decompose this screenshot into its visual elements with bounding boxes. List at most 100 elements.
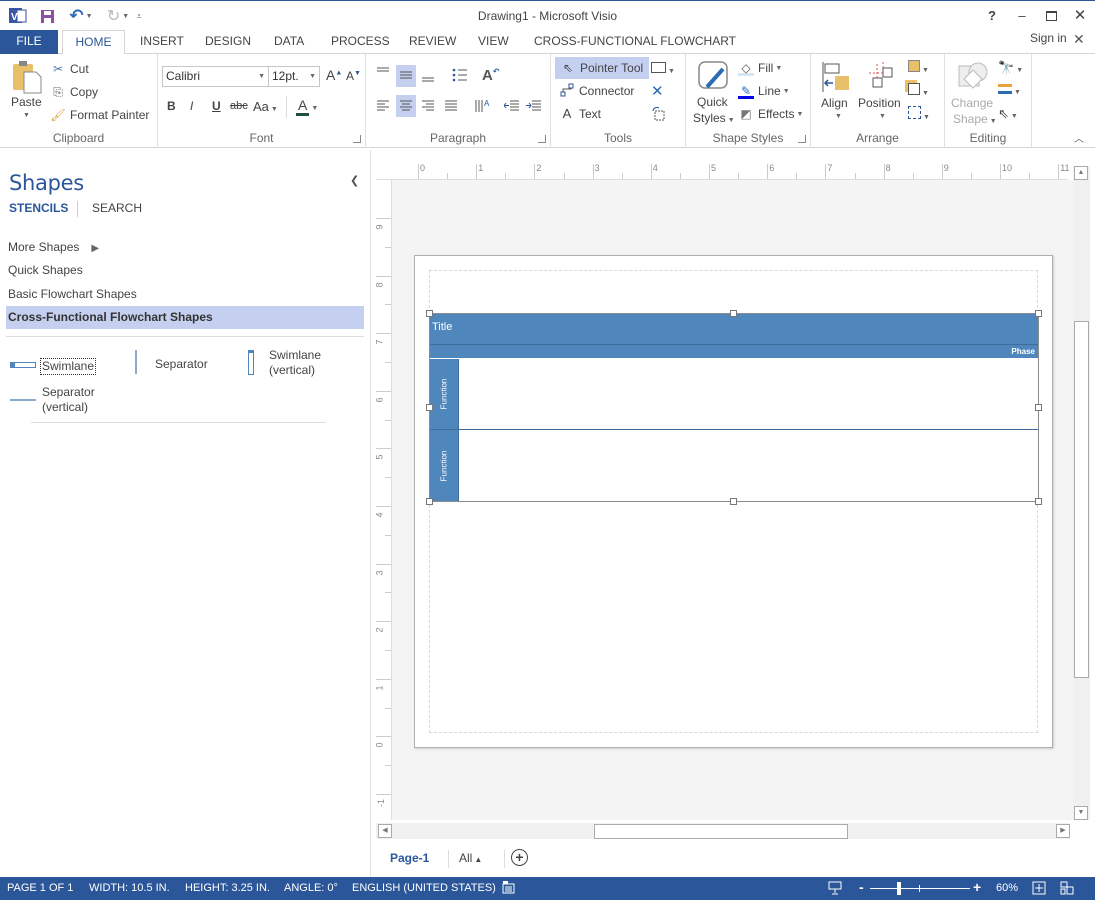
align-right-icon[interactable] — [421, 100, 435, 115]
change-case-button[interactable]: Aa ▼ — [253, 99, 278, 114]
tab-design[interactable]: DESIGN — [196, 30, 260, 54]
zoom-slider-thumb[interactable] — [897, 882, 901, 895]
panel-splitter[interactable] — [370, 150, 371, 877]
shape-separator-vertical[interactable]: Separator (vertical) — [10, 385, 110, 417]
cut-button[interactable]: ✂ Cut — [50, 61, 89, 77]
close-document-button[interactable]: ✕ — [1073, 31, 1085, 48]
font-name-dropdown[interactable]: Calibri ▼ — [162, 66, 269, 87]
rotate-shape-icon[interactable] — [651, 106, 667, 125]
shape-swimlane[interactable]: Swimlane — [10, 357, 100, 375]
page-tab-page-1[interactable]: Page-1 — [390, 851, 429, 865]
shape-styles-dialog-launcher[interactable] — [798, 135, 806, 143]
bold-button[interactable]: B — [167, 99, 176, 113]
rectangle-tool-button[interactable]: ▼ — [651, 62, 675, 76]
horizontal-scroll-thumb[interactable] — [594, 824, 848, 839]
scroll-down-button[interactable]: ▼ — [1074, 806, 1088, 820]
flowchart-title[interactable]: Title — [430, 314, 1038, 344]
text-tool-button[interactable]: A Text — [559, 106, 601, 122]
resize-handle[interactable] — [426, 404, 433, 411]
select-button[interactable]: ⇖ ▼ — [998, 106, 1018, 122]
sign-in-link[interactable]: Sign in — [1030, 31, 1067, 45]
send-backward-button[interactable]: ▼ — [908, 83, 929, 98]
close-tool-icon[interactable]: ✕ — [651, 82, 664, 100]
align-bottom-icon[interactable] — [421, 72, 435, 87]
collapse-ribbon-icon[interactable]: ︿ — [1074, 130, 1084, 145]
swimlane-header[interactable]: Function — [430, 430, 459, 501]
swimlane-header[interactable]: Function — [430, 359, 459, 429]
language-status[interactable]: ENGLISH (UNITED STATES) — [352, 882, 496, 894]
scroll-right-button[interactable]: ▶ — [1056, 824, 1070, 838]
paragraph-dialog-launcher[interactable] — [538, 135, 546, 143]
tab-insert[interactable]: INSERT — [131, 30, 193, 54]
stencil-basic-flowchart-shapes[interactable]: Basic Flowchart Shapes — [8, 287, 137, 301]
pointer-tool-button[interactable]: ⇖ Pointer Tool — [555, 57, 650, 79]
presentation-mode-icon[interactable] — [828, 881, 842, 898]
shrink-font-button[interactable]: A▼ — [346, 69, 361, 83]
help-button[interactable]: ? — [981, 6, 1003, 26]
text-direction-icon[interactable]: A↶ — [482, 67, 500, 84]
connector-tool-button[interactable]: Connector — [559, 83, 634, 99]
stencil-more-shapes[interactable]: More Shapes ▶ — [8, 240, 99, 254]
layers-button[interactable]: ▼ — [998, 83, 1021, 97]
quick-styles-button[interactable]: Quick Styles ▼ — [693, 59, 735, 127]
fill-button[interactable]: ◇ Fill ▼ — [738, 60, 782, 76]
vertical-scrollbar[interactable]: ▲ ▼ — [1073, 166, 1090, 820]
macro-recording-icon[interactable] — [502, 881, 515, 897]
font-color-button[interactable]: A ▼ — [296, 97, 318, 116]
resize-handle[interactable] — [730, 310, 737, 317]
resize-handle[interactable] — [730, 498, 737, 505]
font-size-dropdown[interactable]: 12pt. ▼ — [268, 66, 320, 87]
tab-review[interactable]: REVIEW — [400, 30, 465, 54]
copy-button[interactable]: ⎘ Copy — [50, 84, 98, 100]
tab-process[interactable]: PROCESS — [322, 30, 399, 54]
fit-to-window-icon[interactable] — [1032, 881, 1046, 898]
phase-label[interactable]: Phase — [430, 344, 1038, 358]
align-button[interactable]: Align ▼ — [819, 60, 855, 125]
tab-view[interactable]: VIEW — [469, 30, 518, 54]
scroll-left-button[interactable]: ◀ — [378, 824, 392, 838]
resize-handle[interactable] — [426, 310, 433, 317]
horizontal-scrollbar[interactable]: ◀ ▶ — [376, 823, 1070, 839]
zoom-in-button[interactable]: + — [973, 879, 981, 895]
tab-stencils[interactable]: STENCILS — [9, 201, 68, 215]
resize-handle[interactable] — [1035, 310, 1042, 317]
tab-file[interactable]: FILE — [0, 30, 58, 54]
format-painter-button[interactable]: 🖌 Format Painter — [50, 107, 149, 123]
align-middle-icon[interactable] — [396, 65, 416, 87]
paste-button[interactable]: Paste ▼ — [8, 60, 44, 122]
resize-handle[interactable] — [1035, 498, 1042, 505]
bring-forward-button[interactable]: ▼ — [908, 60, 929, 75]
line-button[interactable]: ✎ Line ▼ — [738, 83, 790, 99]
resize-handle[interactable] — [426, 498, 433, 505]
switch-windows-icon[interactable] — [1060, 881, 1074, 898]
position-button[interactable]: Position ▼ — [858, 60, 904, 125]
close-button[interactable]: ✕ — [1069, 6, 1091, 26]
spacing-icon[interactable]: A — [474, 98, 492, 117]
vertical-scroll-thumb[interactable] — [1074, 321, 1089, 678]
justify-icon[interactable] — [444, 100, 458, 115]
group-button[interactable]: ▼ — [908, 106, 930, 122]
add-page-button[interactable]: + — [511, 849, 528, 866]
stencil-cross-functional-flowchart-shapes[interactable]: Cross-Functional Flowchart Shapes — [6, 306, 364, 329]
zoom-slider-track[interactable] — [870, 888, 970, 889]
font-dialog-launcher[interactable] — [353, 135, 361, 143]
align-left-icon[interactable] — [376, 100, 390, 115]
align-center-icon[interactable] — [396, 95, 416, 117]
minimize-button[interactable]: – — [1011, 6, 1033, 26]
scroll-up-button[interactable]: ▲ — [1074, 166, 1088, 180]
find-button[interactable]: 🔭 ▼ — [998, 60, 1023, 76]
swimlane-2[interactable]: Function — [430, 430, 1038, 501]
page-count-status[interactable]: PAGE 1 OF 1 — [7, 882, 73, 894]
stencil-quick-shapes[interactable]: Quick Shapes — [8, 263, 83, 277]
resize-handle[interactable] — [1035, 404, 1042, 411]
decrease-indent-icon[interactable] — [503, 100, 520, 115]
change-shape-button[interactable]: Change Shape ▼ — [951, 60, 997, 126]
italic-button[interactable]: I — [190, 99, 193, 113]
bullets-icon[interactable] — [452, 68, 468, 85]
maximize-button[interactable] — [1040, 6, 1062, 26]
cross-functional-flowchart[interactable]: Title Phase Function Function — [429, 313, 1039, 502]
swimlane-1[interactable]: Function — [430, 359, 1038, 431]
grow-font-button[interactable]: A▲ — [326, 67, 342, 83]
tab-data[interactable]: DATA — [265, 30, 313, 54]
shape-swimlane-vertical[interactable]: Swimlane (vertical) — [246, 348, 356, 380]
